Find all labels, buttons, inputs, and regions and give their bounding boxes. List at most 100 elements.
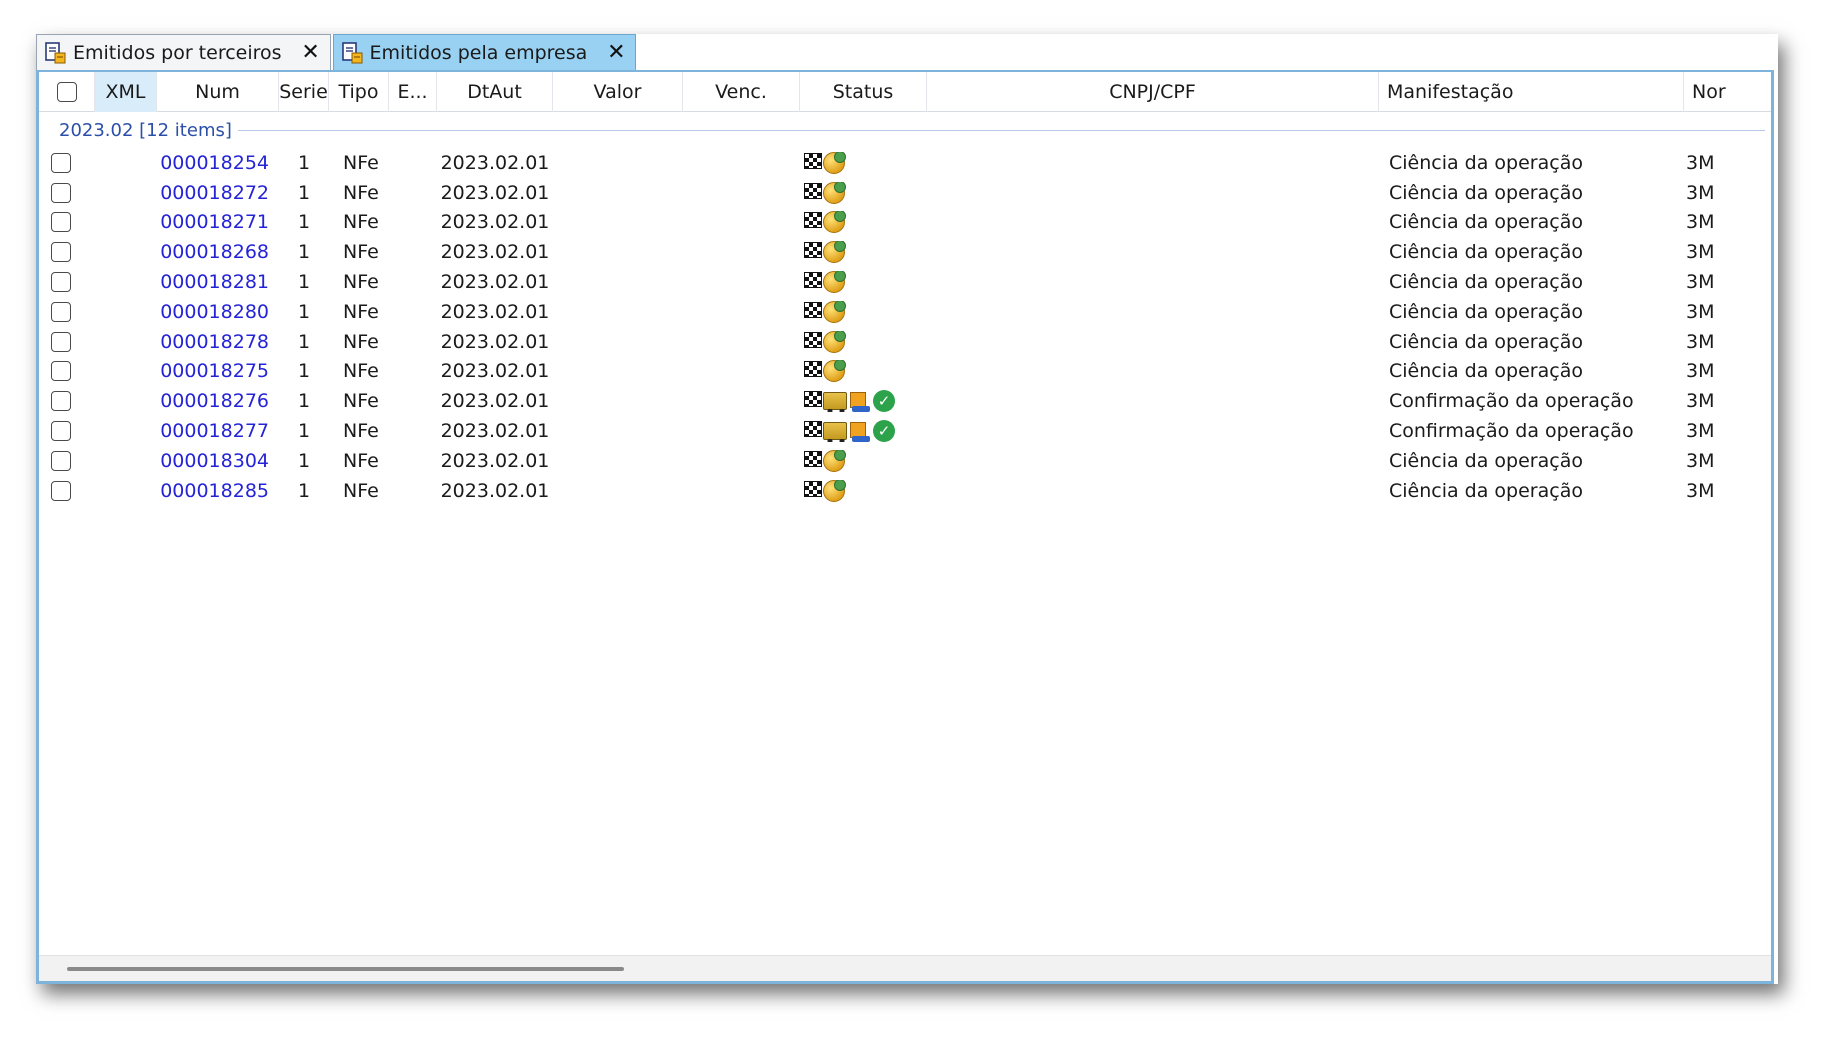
group-header[interactable]: 2023.02 [12 items]: [39, 115, 1771, 145]
table-row[interactable]: 000018272 1 NFe 2023.02.01 Ciência da op…: [39, 178, 1771, 208]
status-cell: [800, 181, 1379, 204]
row-select-cell: [39, 391, 99, 412]
column-header-num[interactable]: Num: [157, 72, 279, 112]
nome-cell: 3M: [1686, 181, 1715, 204]
table-row[interactable]: 000018254 1 NFe 2023.02.01 Ciência da op…: [39, 148, 1771, 178]
column-header-venc[interactable]: Venc.: [683, 72, 800, 112]
column-header-manifestacao[interactable]: Manifestação: [1379, 72, 1684, 112]
truck-icon: [823, 392, 847, 413]
coin-icon: [823, 181, 846, 204]
column-header-tipo[interactable]: Tipo: [329, 72, 389, 112]
dtaut-cell: 2023.02.01: [440, 449, 550, 472]
row-checkbox[interactable]: [51, 331, 71, 352]
serie-cell: 1: [297, 151, 311, 174]
row-checkbox[interactable]: [51, 391, 71, 412]
serie-cell: 1: [297, 330, 311, 353]
tipo-cell: NFe: [343, 211, 379, 234]
row-select-cell: [39, 152, 99, 173]
num-link[interactable]: 000018268: [99, 241, 279, 263]
column-header-serie[interactable]: Serie: [279, 72, 329, 112]
row-checkbox[interactable]: [51, 421, 71, 442]
row-select-cell: [39, 480, 99, 501]
row-select-cell: [39, 182, 99, 203]
row-checkbox[interactable]: [51, 301, 71, 322]
num-link[interactable]: 000018254: [99, 152, 279, 174]
table-row[interactable]: 000018280 1 NFe 2023.02.01 Ciência da op…: [39, 297, 1771, 327]
row-select-cell: [39, 301, 99, 322]
table-row[interactable]: 000018285 1 NFe 2023.02.01 Ciência da op…: [39, 476, 1771, 506]
nome-cell: 3M: [1686, 420, 1715, 443]
row-checkbox[interactable]: [51, 182, 71, 203]
scrollbar-thumb[interactable]: [67, 967, 624, 971]
close-icon[interactable]: ✕: [300, 40, 322, 65]
table-row[interactable]: 000018281 1 NFe 2023.02.01 Ciência da op…: [39, 267, 1771, 297]
nome-cell: 3M: [1686, 211, 1715, 234]
num-link[interactable]: 000018271: [99, 211, 279, 233]
serie-cell: 1: [297, 360, 311, 383]
num-link[interactable]: 000018275: [99, 360, 279, 382]
row-checkbox[interactable]: [51, 152, 71, 173]
num-link[interactable]: 000018272: [99, 182, 279, 204]
column-header-valor[interactable]: Valor: [553, 72, 683, 112]
row-checkbox[interactable]: [51, 272, 71, 293]
nome-cell: 3M: [1686, 330, 1715, 353]
nome-cell: 3M: [1686, 241, 1715, 264]
delivery-icon: [848, 420, 872, 443]
num-link[interactable]: 000018285: [99, 480, 279, 502]
table-row[interactable]: 000018276 1 NFe 2023.02.01 ✓ Confirmação…: [39, 386, 1771, 416]
manifestacao-cell: Ciência da operação: [1389, 449, 1583, 472]
nome-cell: 3M: [1686, 390, 1715, 413]
group-label: 2023.02 [12 items]: [59, 119, 232, 141]
status-cell: [800, 330, 1379, 353]
serie-cell: 1: [297, 300, 311, 323]
tab-label: Emitidos pela empresa: [369, 41, 588, 64]
nome-cell: 3M: [1686, 479, 1715, 502]
column-header-xml[interactable]: XML: [95, 72, 157, 112]
tab-emitidos-empresa[interactable]: Emitidos pela empresa ✕: [332, 34, 637, 70]
row-checkbox[interactable]: [51, 212, 71, 233]
status-cell: [800, 449, 1379, 472]
row-select-cell: [39, 212, 99, 233]
close-icon[interactable]: ✕: [605, 40, 627, 65]
num-link[interactable]: 000018280: [99, 301, 279, 323]
num-link[interactable]: 000018281: [99, 271, 279, 293]
column-header-dtaut[interactable]: DtAut: [437, 72, 553, 112]
status-cell: [800, 241, 1379, 264]
table-row[interactable]: 000018271 1 NFe 2023.02.01 Ciência da op…: [39, 208, 1771, 238]
status-cell: [800, 151, 1379, 174]
tipo-cell: NFe: [343, 300, 379, 323]
tab-emitidos-terceiros[interactable]: Emitidos por terceiros ✕: [36, 34, 331, 70]
status-cell: [800, 360, 1379, 383]
column-header-status[interactable]: Status: [800, 72, 927, 112]
row-select-cell: [39, 331, 99, 352]
tipo-cell: NFe: [343, 330, 379, 353]
row-select-cell: [39, 421, 99, 442]
num-link[interactable]: 000018277: [99, 420, 279, 442]
table-row[interactable]: 000018278 1 NFe 2023.02.01 Ciência da op…: [39, 327, 1771, 357]
manifestacao-cell: Confirmação da operação: [1389, 390, 1634, 413]
status-cell: [800, 300, 1379, 323]
coin-icon: [823, 151, 846, 174]
select-all-checkbox[interactable]: [56, 82, 77, 102]
serie-cell: 1: [297, 420, 311, 443]
num-link[interactable]: 000018276: [99, 390, 279, 412]
table-row[interactable]: 000018268 1 NFe 2023.02.01 Ciência da op…: [39, 237, 1771, 267]
dtaut-cell: 2023.02.01: [440, 330, 550, 353]
tipo-cell: NFe: [343, 360, 379, 383]
column-header-nome[interactable]: Nor: [1684, 72, 1744, 112]
row-checkbox[interactable]: [51, 361, 71, 382]
num-link[interactable]: 000018278: [99, 331, 279, 353]
column-header-e[interactable]: E...: [389, 72, 437, 112]
column-header-cnpj[interactable]: CNPJ/CPF: [927, 72, 1379, 112]
num-link[interactable]: 000018304: [99, 450, 279, 472]
row-checkbox[interactable]: [51, 242, 71, 263]
horizontal-scrollbar[interactable]: [39, 955, 1771, 981]
flag-icon: [804, 242, 822, 259]
tipo-cell: NFe: [343, 479, 379, 502]
row-checkbox[interactable]: [51, 450, 71, 471]
table-row[interactable]: 000018277 1 NFe 2023.02.01 ✓ Confirmação…: [39, 416, 1771, 446]
status-cell: [800, 211, 1379, 234]
table-row[interactable]: 000018304 1 NFe 2023.02.01 Ciência da op…: [39, 446, 1771, 476]
table-row[interactable]: 000018275 1 NFe 2023.02.01 Ciência da op…: [39, 357, 1771, 387]
row-checkbox[interactable]: [51, 480, 71, 501]
